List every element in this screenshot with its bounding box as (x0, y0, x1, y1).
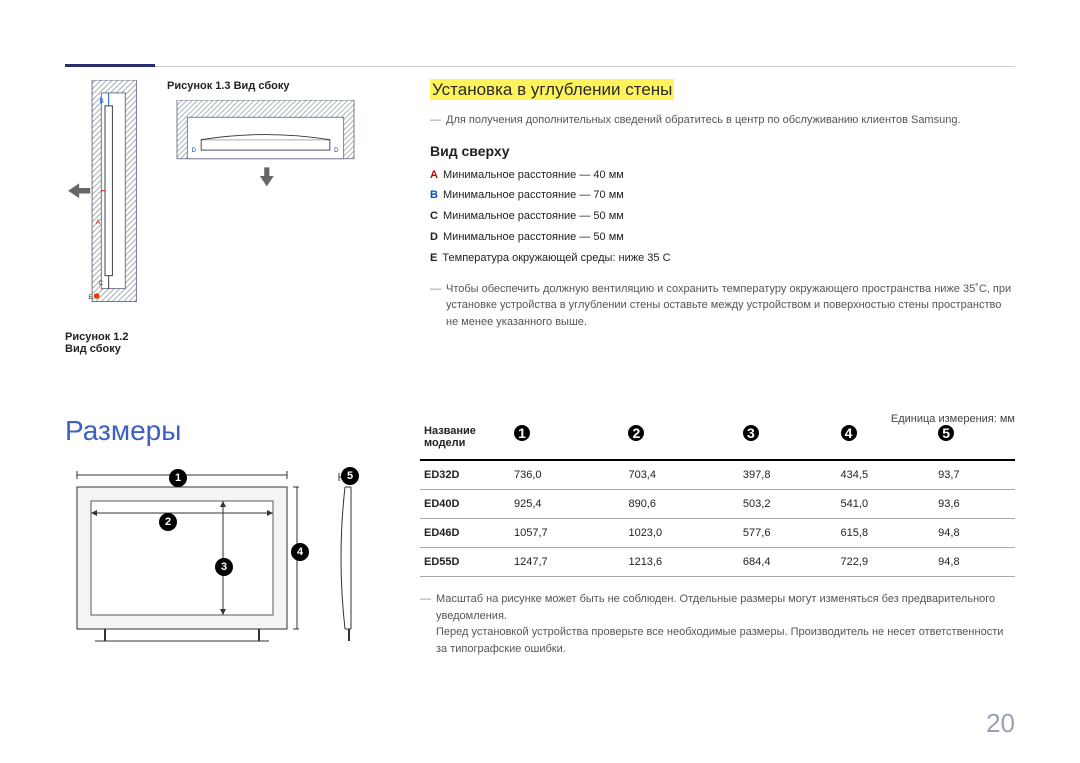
svg-text:C: C (99, 280, 104, 287)
col-model-name: Название модели (420, 419, 510, 460)
dim-marker-2: 2 (159, 513, 177, 531)
table-row: ED46D1057,71023,0577,6615,894,8 (420, 519, 1015, 548)
section-heading-install: Установка в углублении стены (430, 79, 674, 100)
dim-marker-5: 5 (341, 467, 359, 485)
figure-1-3-top-view: D D (163, 100, 368, 198)
ventilation-warning: Чтобы обеспечить должную вентиляцию и со… (430, 281, 1015, 331)
section-heading-dimensions: Размеры (65, 415, 400, 447)
table-row: ED40D925,4890,6503,2541,093,6 (420, 490, 1015, 519)
table-row: ED55D1247,71213,6684,4722,994,8 (420, 548, 1015, 577)
subheading-top-view: Вид сверху (430, 143, 1015, 159)
dim-marker-4: 4 (291, 543, 309, 561)
figure-1-2-label: Рисунок 1.2 Вид сбоку (65, 331, 145, 355)
svg-text:E: E (88, 294, 93, 301)
figure-1-2-side-view: B A C E Рис (65, 80, 145, 355)
svg-text:B: B (99, 98, 103, 105)
table-row: ED32D736,0703,4397,8434,593,7 (420, 460, 1015, 490)
svg-text:D: D (334, 148, 339, 154)
dimensions-table: Название модели 1 2 3 4 5 ED32D736,0703,… (420, 419, 1015, 577)
install-note: Для получения дополнительных сведений об… (430, 112, 1015, 129)
figure-side-dimensions (327, 465, 367, 653)
page-number: 20 (986, 708, 1015, 739)
clearance-spec-list: A Минимальное расстояние — 40 мм B Миним… (430, 165, 1015, 269)
figure-front-dimensions (65, 465, 299, 653)
dim-marker-1: 1 (169, 469, 187, 487)
dimensions-note: Масштаб на рисунке может быть не соблюде… (420, 591, 1015, 657)
svg-text:A: A (96, 219, 101, 226)
figure-1-3-label: Рисунок 1.3 Вид сбоку (167, 80, 368, 92)
unit-label: Единица измерения: мм (891, 413, 1015, 425)
svg-text:D: D (192, 148, 197, 154)
dim-marker-3: 3 (215, 558, 233, 576)
